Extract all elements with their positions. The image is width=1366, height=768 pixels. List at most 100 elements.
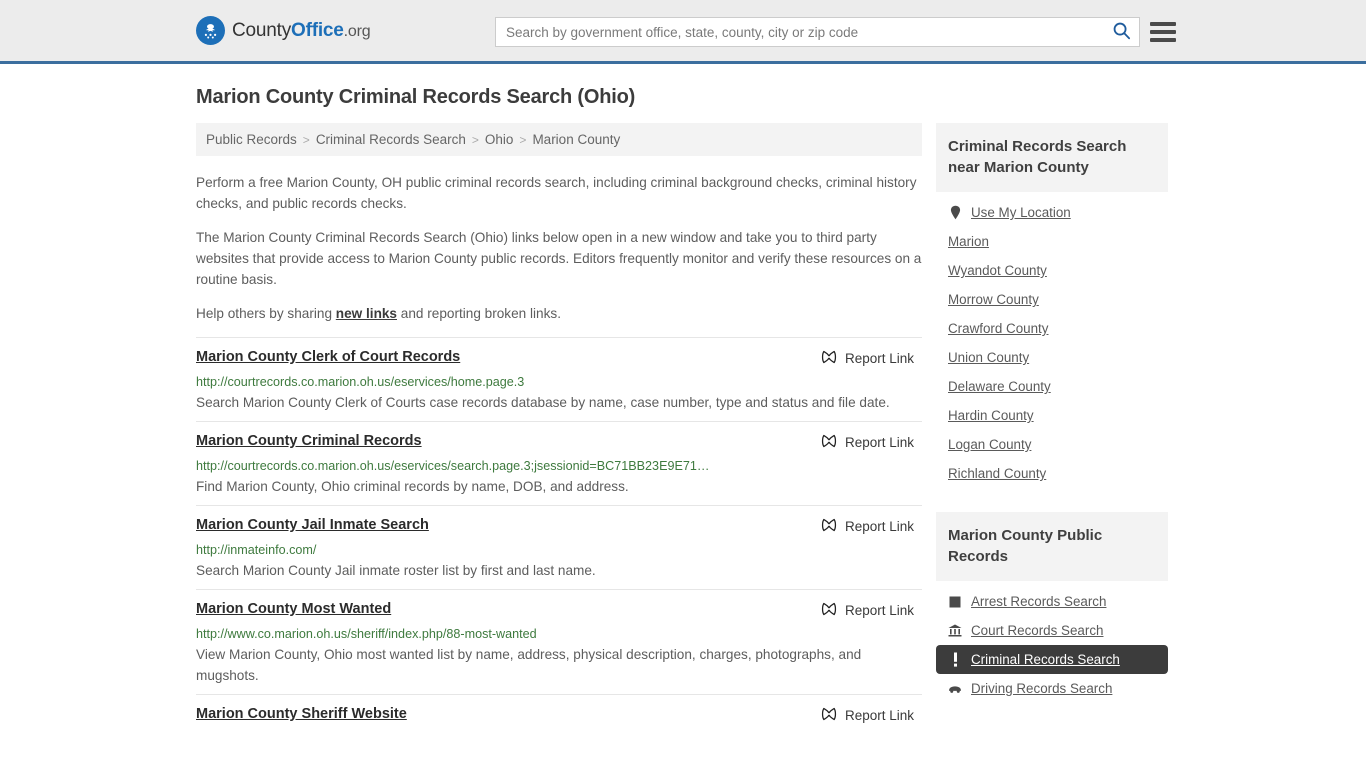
- sidebar-link-label[interactable]: Logan County: [948, 437, 1031, 452]
- intro-p3-after: and reporting broken links.: [397, 306, 561, 321]
- search-button[interactable]: [1103, 18, 1139, 46]
- sidebar-link-label[interactable]: Court Records Search: [971, 623, 1103, 638]
- new-links-link[interactable]: new links: [336, 306, 397, 321]
- logo-text-org: .org: [343, 22, 371, 40]
- logo-text-office: Office: [291, 19, 344, 41]
- eagle-seal-icon: [196, 16, 225, 45]
- intro-paragraph-2: The Marion County Criminal Records Searc…: [196, 230, 922, 287]
- sidebar-item-union-county[interactable]: Union County: [936, 343, 1168, 372]
- broken-link-icon: [821, 433, 837, 452]
- map-pin-icon: [948, 205, 962, 220]
- result-description: Search Marion County Jail inmate roster …: [196, 563, 596, 578]
- menu-bar-3: [1150, 38, 1176, 42]
- result-title-link[interactable]: Marion County Sheriff Website: [196, 706, 407, 722]
- sidebar-link-label[interactable]: Morrow County: [948, 292, 1039, 307]
- nearby-counties-panel: Criminal Records Search near Marion Coun…: [936, 123, 1168, 492]
- result-url[interactable]: http://www.co.marion.oh.us/sheriff/index…: [196, 627, 922, 641]
- result-description: View Marion County, Ohio most wanted lis…: [196, 647, 862, 683]
- sidebar-link-label[interactable]: Arrest Records Search: [971, 594, 1106, 609]
- nearby-panel-title: Criminal Records Search near Marion Coun…: [936, 123, 1168, 192]
- sidebar-link-label[interactable]: Union County: [948, 350, 1029, 365]
- sidebar-item-logan-county[interactable]: Logan County: [936, 430, 1168, 459]
- breadcrumb-separator: >: [519, 132, 527, 147]
- sidebar-item-morrow-county[interactable]: Morrow County: [936, 285, 1168, 314]
- search-icon: [1112, 21, 1131, 43]
- breadcrumb-separator: >: [471, 132, 479, 147]
- main-content: Public Records > Criminal Records Search…: [196, 123, 922, 733]
- sidebar: Criminal Records Search near Marion Coun…: [936, 123, 1168, 707]
- sidebar-link-label[interactable]: Use My Location: [971, 205, 1071, 220]
- sidebar-link-label[interactable]: Wyandot County: [948, 263, 1047, 278]
- sidebar-link-label[interactable]: Hardin County: [948, 408, 1034, 423]
- result-url[interactable]: http://courtrecords.co.marion.oh.us/eser…: [196, 459, 922, 473]
- page-body: Marion County Criminal Records Search (O…: [0, 64, 1366, 733]
- search-bar: [495, 17, 1140, 47]
- report-link-label: Report Link: [844, 435, 914, 450]
- result-description: Find Marion County, Ohio criminal record…: [196, 479, 629, 494]
- result-description: Search Marion County Clerk of Courts cas…: [196, 395, 890, 410]
- report-link-label: Report Link: [844, 351, 914, 366]
- result-item: Marion County Sheriff Website Report Lin…: [196, 694, 922, 733]
- sidebar-item-use-my-location[interactable]: Use My Location: [936, 198, 1168, 227]
- sidebar-link-label[interactable]: Delaware County: [948, 379, 1051, 394]
- arrest-square-icon: [948, 594, 962, 609]
- result-title-link[interactable]: Marion County Jail Inmate Search: [196, 517, 429, 533]
- sidebar-item-marion[interactable]: Marion: [936, 227, 1168, 256]
- sidebar-link-label[interactable]: Driving Records Search: [971, 681, 1112, 696]
- sidebar-link-label[interactable]: Richland County: [948, 466, 1046, 481]
- broken-link-icon: [821, 517, 837, 536]
- breadcrumb: Public Records > Criminal Records Search…: [196, 123, 922, 156]
- result-item: Marion County Criminal Records Report Li…: [196, 421, 922, 505]
- result-title-link[interactable]: Marion County Most Wanted: [196, 601, 391, 617]
- sidebar-link-label[interactable]: Marion: [948, 234, 989, 249]
- sidebar-item-driving-records-search[interactable]: Driving Records Search: [936, 674, 1168, 703]
- broken-link-icon: [821, 349, 837, 368]
- result-item: Marion County Clerk of Court Records Rep…: [196, 337, 922, 421]
- car-icon: [948, 681, 962, 696]
- sidebar-item-delaware-county[interactable]: Delaware County: [936, 372, 1168, 401]
- panel-spacer: [936, 492, 1168, 512]
- report-link-button[interactable]: Report Link: [821, 433, 922, 452]
- result-title-link[interactable]: Marion County Clerk of Court Records: [196, 349, 460, 365]
- result-url[interactable]: http://inmateinfo.com/: [196, 543, 922, 557]
- sidebar-link-label[interactable]: Criminal Records Search: [971, 652, 1120, 667]
- breadcrumb-item-criminal-records-search[interactable]: Criminal Records Search: [316, 132, 466, 147]
- sidebar-item-arrest-records-search[interactable]: Arrest Records Search: [936, 587, 1168, 616]
- report-link-label: Report Link: [844, 708, 914, 723]
- sidebar-item-court-records-search[interactable]: Court Records Search: [936, 616, 1168, 645]
- breadcrumb-item-public-records[interactable]: Public Records: [206, 132, 297, 147]
- sidebar-item-richland-county[interactable]: Richland County: [936, 459, 1168, 488]
- breadcrumb-item-ohio[interactable]: Ohio: [485, 132, 514, 147]
- broken-link-icon: [821, 601, 837, 620]
- site-logo-text: CountyOffice.org: [232, 19, 371, 42]
- report-link-button[interactable]: Report Link: [821, 601, 922, 620]
- search-input[interactable]: [496, 18, 1103, 46]
- breadcrumb-item-marion-county[interactable]: Marion County: [532, 132, 620, 147]
- sidebar-link-label[interactable]: Crawford County: [948, 321, 1048, 336]
- report-link-label: Report Link: [844, 519, 914, 534]
- menu-bar-2: [1150, 30, 1176, 34]
- intro-p3-before: Help others by sharing: [196, 306, 336, 321]
- result-item: Marion County Jail Inmate Search Report …: [196, 505, 922, 589]
- result-item: Marion County Most Wanted Report Link ht…: [196, 589, 922, 694]
- report-link-button[interactable]: Report Link: [821, 517, 922, 536]
- result-url[interactable]: http://courtrecords.co.marion.oh.us/eser…: [196, 375, 922, 389]
- hamburger-menu-icon[interactable]: [1150, 20, 1176, 44]
- sidebar-item-crawford-county[interactable]: Crawford County: [936, 314, 1168, 343]
- intro-paragraph-1: Perform a free Marion County, OH public …: [196, 175, 917, 211]
- result-title-link[interactable]: Marion County Criminal Records: [196, 433, 422, 449]
- sidebar-item-criminal-records-search[interactable]: Criminal Records Search: [936, 645, 1168, 674]
- public-records-panel: Marion County Public Records Arrest Reco…: [936, 512, 1168, 707]
- site-logo[interactable]: CountyOffice.org: [196, 16, 371, 45]
- page-title: Marion County Criminal Records Search (O…: [196, 86, 636, 108]
- sidebar-item-wyandot-county[interactable]: Wyandot County: [936, 256, 1168, 285]
- intro-text: Perform a free Marion County, OH public …: [196, 172, 922, 324]
- report-link-label: Report Link: [844, 603, 914, 618]
- sidebar-item-hardin-county[interactable]: Hardin County: [936, 401, 1168, 430]
- results-list: Marion County Clerk of Court Records Rep…: [196, 337, 922, 733]
- broken-link-icon: [821, 706, 837, 725]
- menu-bar-1: [1150, 22, 1176, 26]
- report-link-button[interactable]: Report Link: [821, 706, 922, 725]
- intro-paragraph-3: Help others by sharing new links and rep…: [196, 303, 922, 324]
- report-link-button[interactable]: Report Link: [821, 349, 922, 368]
